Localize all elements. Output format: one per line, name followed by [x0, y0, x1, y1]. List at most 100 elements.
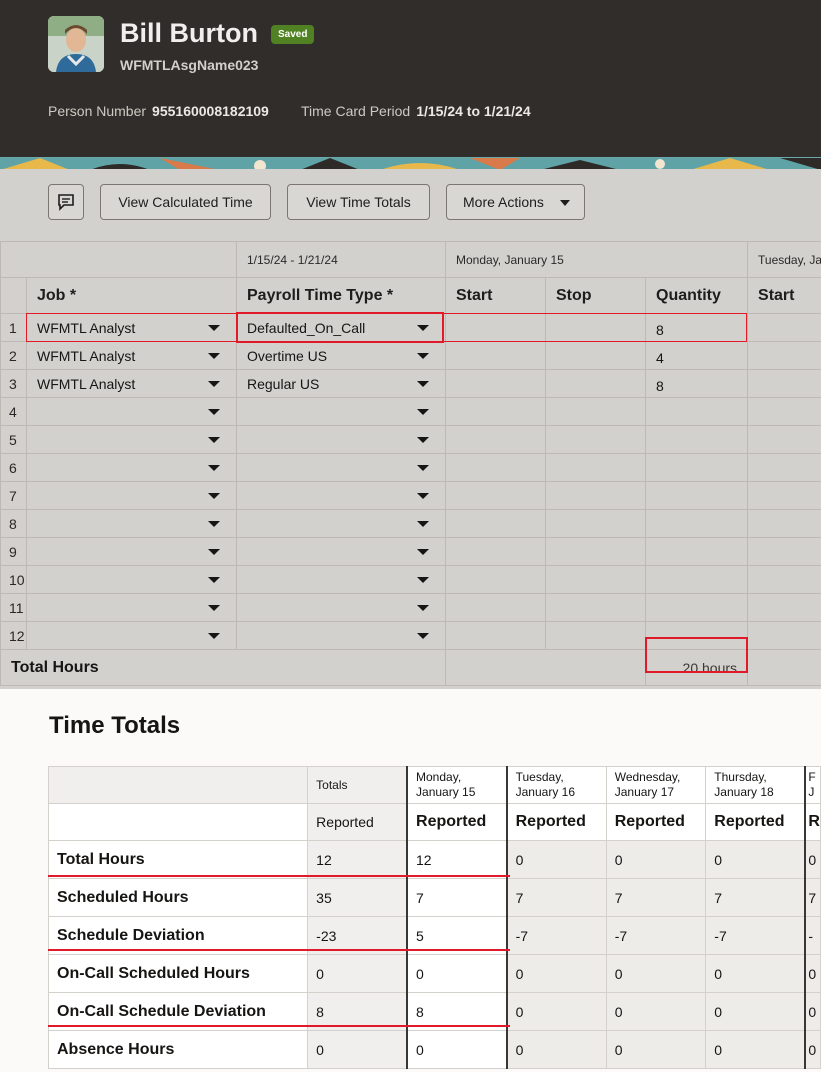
chevron-down-icon[interactable]	[417, 577, 429, 583]
chevron-down-icon[interactable]	[208, 381, 220, 387]
payroll-type-select[interactable]	[236, 425, 446, 454]
job-select[interactable]: WFMTL Analyst	[26, 341, 237, 370]
tuesday-start-cell[interactable]	[747, 509, 821, 538]
quantity-cell[interactable]	[644, 425, 749, 454]
chevron-down-icon[interactable]	[417, 465, 429, 471]
payroll-type-select[interactable]	[236, 509, 446, 538]
quantity-cell[interactable]	[644, 509, 749, 538]
quantity-cell[interactable]	[644, 593, 749, 622]
chevron-down-icon[interactable]	[417, 549, 429, 555]
stop-cell[interactable]	[545, 397, 646, 426]
column-header-start[interactable]: Start	[445, 277, 546, 314]
payroll-type-select[interactable]: Defaulted_On_Call	[236, 313, 446, 342]
chevron-down-icon[interactable]	[208, 353, 220, 359]
payroll-type-select[interactable]	[236, 397, 446, 426]
chevron-down-icon[interactable]	[208, 549, 220, 555]
stop-cell[interactable]	[545, 537, 646, 566]
more-actions-button[interactable]: More Actions	[446, 184, 585, 220]
column-header-payroll-type[interactable]: Payroll Time Type *	[236, 277, 446, 314]
payroll-type-select[interactable]	[236, 593, 446, 622]
job-select[interactable]	[26, 453, 237, 482]
job-select[interactable]	[26, 509, 237, 538]
chevron-down-icon[interactable]	[417, 325, 429, 331]
chevron-down-icon[interactable]	[208, 493, 220, 499]
tuesday-start-cell[interactable]	[747, 341, 821, 370]
tuesday-start-cell[interactable]	[747, 621, 821, 650]
payroll-type-select[interactable]	[236, 481, 446, 510]
tuesday-start-cell[interactable]	[747, 593, 821, 622]
column-header-stop[interactable]: Stop	[545, 277, 646, 314]
chevron-down-icon[interactable]	[417, 605, 429, 611]
start-cell[interactable]	[445, 453, 546, 482]
job-select[interactable]	[26, 565, 237, 594]
quantity-cell[interactable]	[644, 537, 749, 566]
job-select[interactable]	[26, 481, 237, 510]
quantity-cell[interactable]: 8	[644, 369, 749, 398]
stop-cell[interactable]	[545, 509, 646, 538]
job-select[interactable]	[26, 397, 237, 426]
chevron-down-icon[interactable]	[208, 325, 220, 331]
comment-button[interactable]	[48, 184, 84, 220]
chevron-down-icon[interactable]	[208, 605, 220, 611]
start-cell[interactable]	[445, 537, 546, 566]
tuesday-start-cell[interactable]	[747, 369, 821, 398]
chevron-down-icon[interactable]	[208, 437, 220, 443]
quantity-cell[interactable]	[644, 621, 749, 650]
start-cell[interactable]	[445, 509, 546, 538]
tuesday-start-cell[interactable]	[747, 453, 821, 482]
payroll-type-select[interactable]: Overtime US	[236, 341, 446, 370]
payroll-type-select[interactable]	[236, 565, 446, 594]
job-select[interactable]	[26, 621, 237, 650]
tuesday-start-cell[interactable]	[747, 537, 821, 566]
payroll-type-select[interactable]: Regular US	[236, 369, 446, 398]
stop-cell[interactable]	[545, 341, 646, 370]
quantity-cell[interactable]: 8	[644, 313, 749, 342]
stop-cell[interactable]	[545, 621, 646, 650]
start-cell[interactable]	[445, 565, 546, 594]
tuesday-start-cell[interactable]	[747, 397, 821, 426]
job-select[interactable]	[26, 537, 237, 566]
quantity-cell[interactable]	[644, 397, 749, 426]
stop-cell[interactable]	[545, 565, 646, 594]
job-select[interactable]	[26, 593, 237, 622]
stop-cell[interactable]	[545, 593, 646, 622]
start-cell[interactable]	[445, 341, 546, 370]
column-header-job[interactable]: Job *	[26, 277, 237, 314]
stop-cell[interactable]	[545, 369, 646, 398]
tuesday-start-cell[interactable]	[747, 425, 821, 454]
tuesday-start-cell[interactable]	[747, 481, 821, 510]
column-header-start-tuesday[interactable]: Start	[747, 277, 821, 314]
chevron-down-icon[interactable]	[417, 633, 429, 639]
payroll-type-select[interactable]	[236, 537, 446, 566]
chevron-down-icon[interactable]	[208, 577, 220, 583]
job-select[interactable]: WFMTL Analyst	[26, 313, 237, 342]
payroll-type-select[interactable]	[236, 621, 446, 650]
chevron-down-icon[interactable]	[417, 381, 429, 387]
stop-cell[interactable]	[545, 481, 646, 510]
start-cell[interactable]	[445, 369, 546, 398]
start-cell[interactable]	[445, 621, 546, 650]
view-time-totals-button[interactable]: View Time Totals	[287, 184, 430, 220]
start-cell[interactable]	[445, 593, 546, 622]
stop-cell[interactable]	[545, 313, 646, 342]
chevron-down-icon[interactable]	[208, 409, 220, 415]
job-select[interactable]	[26, 425, 237, 454]
chevron-down-icon[interactable]	[208, 633, 220, 639]
quantity-cell[interactable]	[644, 453, 749, 482]
payroll-type-select[interactable]	[236, 453, 446, 482]
chevron-down-icon[interactable]	[417, 353, 429, 359]
start-cell[interactable]	[445, 313, 546, 342]
chevron-down-icon[interactable]	[417, 437, 429, 443]
tuesday-start-cell[interactable]	[747, 565, 821, 594]
quantity-cell[interactable]: 4	[644, 341, 749, 370]
stop-cell[interactable]	[545, 425, 646, 454]
chevron-down-icon[interactable]	[417, 493, 429, 499]
stop-cell[interactable]	[545, 453, 646, 482]
start-cell[interactable]	[445, 481, 546, 510]
chevron-down-icon[interactable]	[208, 465, 220, 471]
quantity-cell[interactable]	[644, 481, 749, 510]
chevron-down-icon[interactable]	[417, 521, 429, 527]
chevron-down-icon[interactable]	[208, 521, 220, 527]
tuesday-start-cell[interactable]	[747, 313, 821, 342]
start-cell[interactable]	[445, 425, 546, 454]
